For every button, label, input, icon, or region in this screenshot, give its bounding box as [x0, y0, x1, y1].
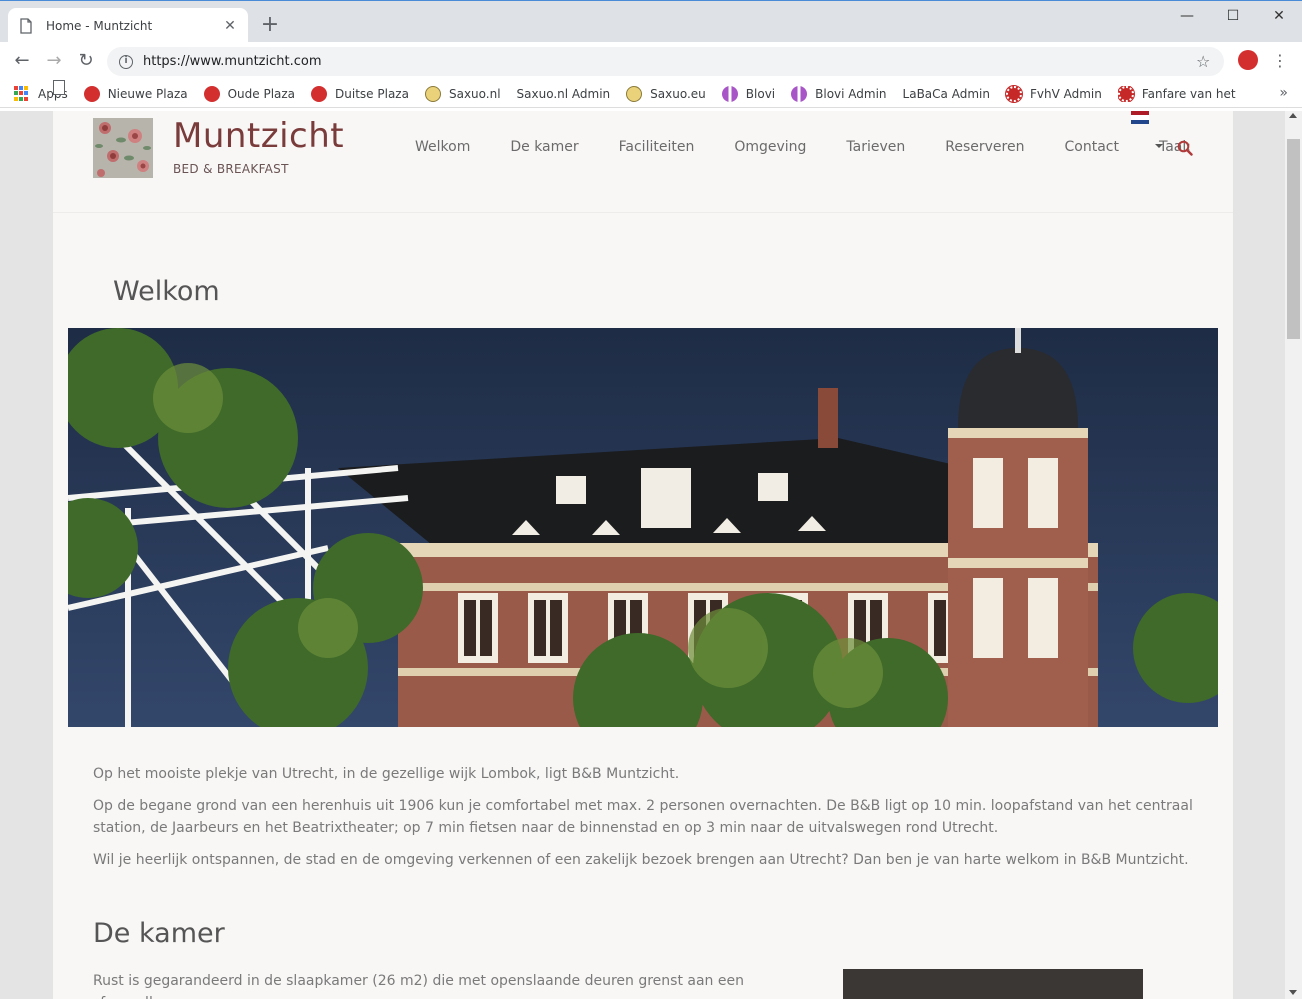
close-window-button[interactable]: ✕	[1256, 5, 1302, 29]
bookmark-oude-plaza[interactable]: Oude Plaza	[203, 85, 296, 102]
site-name[interactable]: Muntzicht	[173, 116, 344, 156]
tab-home[interactable]: Home - Muntzicht ✕	[8, 8, 248, 43]
kebab-menu-icon[interactable]: ⋮	[1270, 50, 1290, 72]
bookmark-label: Saxuo.eu	[650, 86, 706, 101]
url-text[interactable]: https://www.muntzicht.com	[143, 54, 1196, 69]
address-bar[interactable]: i https://www.muntzicht.com ☆	[107, 47, 1224, 76]
welkom-paragraph: Wil je heerlijk ontspannen, de stad en d…	[93, 852, 1189, 868]
site-logo[interactable]	[93, 118, 153, 178]
chevron-down-icon[interactable]	[1155, 144, 1163, 148]
fvhv-icon	[1004, 84, 1023, 103]
forward-arrow-icon[interactable]: →	[42, 49, 66, 73]
welkom-paragraph: Op de begane grond van een herenhuis uit…	[93, 798, 1193, 836]
bookmark-saxuo-nl-admin[interactable]: Saxuo.nl Admin	[53, 80, 611, 101]
bookmarks-bar: Apps Nieuwe Plaza Oude Plaza Duitse Plaz…	[0, 80, 1302, 108]
welkom-paragraph: Op het mooiste plekje van Utrecht, in de…	[93, 766, 680, 782]
browser-chrome: Home - Muntzicht ✕ + — ☐ ✕ ← → ↻ i https…	[0, 0, 1302, 111]
main-nav: Welkom De kamer Faciliteiten Omgeving Ta…	[415, 139, 1231, 155]
site-tagline: BED & BREAKFAST	[173, 162, 289, 176]
fvhv-icon	[1117, 85, 1135, 102]
hero-image	[68, 328, 1218, 727]
nav-tarieven[interactable]: Tarieven	[846, 139, 905, 155]
building-photo-icon	[68, 328, 1218, 727]
apps-grid-icon	[14, 85, 30, 102]
info-icon[interactable]: i	[119, 54, 133, 69]
nav-omgeving[interactable]: Omgeving	[734, 139, 806, 155]
nav-reserveren[interactable]: Reserveren	[945, 139, 1024, 155]
bookmark-saxuo-eu[interactable]: Saxuo.eu	[626, 85, 706, 102]
scroll-up-icon[interactable]	[1289, 113, 1297, 118]
bookmark-saxuo-nl[interactable]: Saxuo.nl	[424, 85, 501, 102]
new-tab-button[interactable]: +	[258, 13, 282, 37]
reload-icon[interactable]: ↻	[74, 49, 98, 73]
bookmark-label: Oude Plaza	[227, 86, 296, 101]
bookmark-label: LaBaCa Admin	[902, 86, 990, 101]
bookmark-blovi[interactable]: Blovi	[721, 85, 776, 102]
kamer-heading: De kamer	[93, 918, 225, 949]
bookmarks-overflow-icon[interactable]: »	[1279, 85, 1288, 101]
bookmark-nieuwe-plaza[interactable]: Nieuwe Plaza	[83, 85, 188, 102]
floral-pattern-icon	[93, 118, 153, 178]
page-icon	[53, 80, 65, 95]
bookmark-fvhv-admin[interactable]: FvhV Admin	[1004, 84, 1102, 103]
welkom-heading: Welkom	[113, 276, 220, 307]
bookmark-label: Nieuwe Plaza	[107, 86, 188, 101]
scroll-down-icon[interactable]	[1289, 990, 1297, 995]
plaza-icon	[311, 85, 328, 102]
close-tab-icon[interactable]: ✕	[222, 18, 238, 34]
page-scrollbar[interactable]	[1285, 111, 1302, 999]
saxuo-icon	[626, 85, 643, 102]
back-arrow-icon[interactable]: ←	[10, 49, 34, 73]
site-page: Muntzicht BED & BREAKFAST Welkom De kame…	[53, 111, 1233, 999]
nav-welkom[interactable]: Welkom	[415, 139, 470, 155]
bookmark-fanfare[interactable]: Fanfare van het Vuur	[1117, 85, 1238, 102]
bookmark-label: Duitse Plaza	[335, 86, 409, 101]
bookmark-label: Saxuo.nl Admin	[516, 86, 611, 101]
blovi-icon	[791, 85, 808, 102]
blovi-icon	[721, 85, 738, 102]
bookmark-blovi-admin[interactable]: Blovi Admin	[791, 85, 887, 102]
bookmark-label: Blovi Admin	[815, 86, 887, 101]
page-viewport: Muntzicht BED & BREAKFAST Welkom De kame…	[0, 111, 1302, 999]
bookmark-label: Blovi	[745, 86, 776, 101]
minimize-button[interactable]: —	[1164, 5, 1210, 29]
extension-icon[interactable]	[1238, 50, 1258, 70]
dutch-flag-icon[interactable]	[1131, 111, 1149, 124]
maximize-button[interactable]: ☐	[1210, 5, 1256, 29]
site-header: Muntzicht BED & BREAKFAST Welkom De kame…	[53, 111, 1233, 213]
browser-toolbar: ← → ↻ i https://www.muntzicht.com ☆ ⋮	[0, 42, 1302, 80]
kamer-image	[843, 969, 1143, 999]
tab-title: Home - Muntzicht	[46, 18, 153, 33]
plaza-icon	[203, 85, 220, 102]
tab-strip: Home - Muntzicht ✕ + — ☐ ✕	[0, 0, 1302, 43]
bookmark-label: Fanfare van het Vuur	[1141, 86, 1238, 101]
nav-faciliteiten[interactable]: Faciliteiten	[619, 139, 695, 155]
bookmark-labaca-admin[interactable]: LaBaCa Admin	[53, 80, 990, 101]
bookmark-label: FvhV Admin	[1029, 86, 1102, 101]
saxuo-icon	[424, 85, 441, 102]
bookmark-star-icon[interactable]: ☆	[1196, 52, 1216, 71]
kamer-paragraph: Rust is gegarandeerd in de slaapkamer (2…	[93, 973, 744, 999]
bookmark-label: Saxuo.nl	[448, 86, 501, 101]
plaza-icon	[83, 85, 100, 102]
bookmark-duitse-plaza[interactable]: Duitse Plaza	[311, 85, 409, 102]
search-icon[interactable]	[1177, 140, 1193, 156]
nav-de-kamer[interactable]: De kamer	[510, 139, 578, 155]
nav-contact[interactable]: Contact	[1064, 139, 1118, 155]
page-icon	[20, 17, 32, 34]
scrollbar-thumb[interactable]	[1287, 139, 1300, 339]
